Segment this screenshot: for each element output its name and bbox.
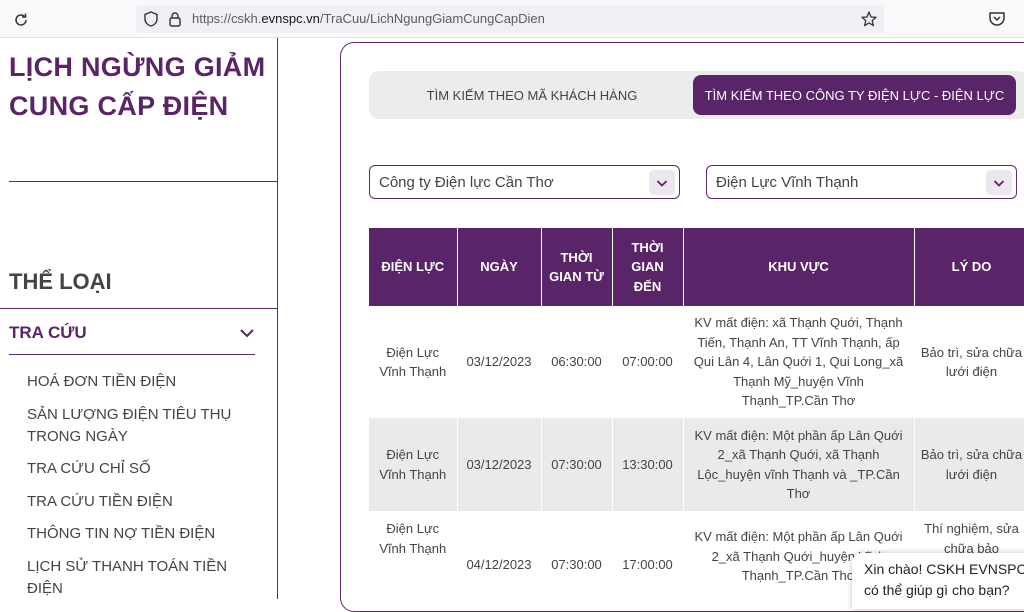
header-from: THỜI GIAN TỪ xyxy=(541,228,613,306)
sidebar-item-hoa-don[interactable]: HOÁ ĐƠN TIỀN ĐIỆN xyxy=(27,371,267,393)
chat-greeting: Xin chào! CSKH EVNSPC xyxy=(864,561,1024,577)
divider xyxy=(9,181,277,182)
sidebar-menu: HOÁ ĐƠN TIỀN ĐIỆN SẢN LƯỢNG ĐIỆN TIÊU TH… xyxy=(27,371,267,610)
header-area: KHU VỰC xyxy=(683,228,915,306)
tra-cuu-section-toggle[interactable]: TRA CỨU xyxy=(9,323,255,355)
header-date: NGÀY xyxy=(457,228,542,306)
cell-unit: Điện Lực Vĩnh Thạnh xyxy=(369,306,458,418)
cell-reason: Bảo trì, sửa chữa lưới điện xyxy=(914,306,1024,418)
bookmark-star-icon[interactable] xyxy=(860,10,878,28)
cell-to: 07:00:00 xyxy=(612,306,684,418)
branch-select-value: Điện Lực Vĩnh Thạnh xyxy=(716,174,859,191)
divider xyxy=(0,308,278,309)
cell-from: 07:30:00 xyxy=(541,511,613,611)
cell-from: 06:30:00 xyxy=(541,306,613,418)
sidebar-item-thong-tin-no[interactable]: THÔNG TIN NỢ TIỀN ĐIỆN xyxy=(27,523,267,545)
shield-icon[interactable] xyxy=(142,10,160,28)
tab-by-company[interactable]: TÌM KIẾM THEO CÔNG TY ĐIỆN LỰC - ĐIỆN LỰ… xyxy=(693,75,1016,115)
chat-question: có thể giúp gì cho bạn? xyxy=(864,582,1010,598)
cell-date: 04/12/2023 xyxy=(457,511,542,611)
cell-date: 03/12/2023 xyxy=(457,418,542,511)
cell-area: KV mất điện: Một phần ấp Lân Quới 2_xã T… xyxy=(683,418,915,511)
browser-toolbar: https://cskh.evnspc.vn/TraCuu/LichNgungG… xyxy=(0,0,1024,38)
table-row: Điện Lực Vĩnh Thạnh 03/12/2023 07:30:00 … xyxy=(369,418,1024,511)
sidebar-item-lich-su-thanh-toan[interactable]: LỊCH SỬ THANH TOÁN TIỀN ĐIỆN xyxy=(27,556,267,600)
cell-to: 13:30:00 xyxy=(612,418,684,511)
cell-from: 07:30:00 xyxy=(541,418,613,511)
cell-reason: Bảo trì, sửa chữa lưới điện xyxy=(914,418,1024,511)
chevron-down-icon[interactable] xyxy=(649,170,675,195)
branch-select[interactable]: Điện Lực Vĩnh Thạnh xyxy=(706,165,1017,199)
address-bar[interactable]: https://cskh.evnspc.vn/TraCuu/LichNgungG… xyxy=(136,5,884,33)
header-unit: ĐIỆN LỰC xyxy=(369,228,458,306)
table-row: Điện Lực Vĩnh Thạnh 03/12/2023 06:30:00 … xyxy=(369,306,1024,418)
cell-area: KV mất điện: xã Thạnh Quới, Thạnh Tiến, … xyxy=(683,306,915,418)
header-to: THỜI GIAN ĐẾN xyxy=(612,228,684,306)
company-select-value: Công ty Điện lực Cần Thơ xyxy=(379,174,554,191)
company-select[interactable]: Công ty Điện lực Cần Thơ xyxy=(369,165,680,199)
category-heading: THỂ LOẠI xyxy=(9,269,112,294)
tab-by-customer[interactable]: TÌM KIẾM THEO MÃ KHÁCH HÀNG xyxy=(373,75,691,115)
cell-date: 03/12/2023 xyxy=(457,306,542,418)
cell-to: 17:00:00 xyxy=(612,511,684,611)
header-reason: LÝ DO xyxy=(914,228,1024,306)
search-tabs: TÌM KIẾM THEO MÃ KHÁCH HÀNG TÌM KIẾM THE… xyxy=(369,71,1024,119)
lock-icon[interactable] xyxy=(166,10,184,28)
chevron-down-icon[interactable] xyxy=(986,170,1012,195)
sidebar-item-chi-so[interactable]: TRA CỨU CHỈ SỐ xyxy=(27,458,267,480)
section-label: TRA CỨU xyxy=(9,323,87,342)
cell-unit: Điện Lực Vĩnh Thạnh xyxy=(369,511,458,611)
sidebar-item-san-luong[interactable]: SẢN LƯỢNG ĐIỆN TIÊU THỤ TRONG NGÀY xyxy=(27,404,267,448)
url-text[interactable]: https://cskh.evnspc.vn/TraCuu/LichNgungG… xyxy=(192,11,545,26)
page-title: LỊCH NGỪNG GIẢM CUNG CẤP ĐIỆN xyxy=(9,52,266,121)
cell-unit: Điện Lực Vĩnh Thạnh xyxy=(369,418,458,511)
chat-popup[interactable]: Xin chào! CSKH EVNSPC có thể giúp gì cho… xyxy=(852,553,1024,609)
chevron-down-icon xyxy=(239,325,255,341)
sidebar-item-tien-dien[interactable]: TRA CỨU TIỀN ĐIỆN xyxy=(27,491,267,513)
pocket-icon[interactable] xyxy=(987,9,1007,29)
reload-icon[interactable] xyxy=(10,9,32,31)
main-panel: TÌM KIẾM THEO MÃ KHÁCH HÀNG TÌM KIẾM THE… xyxy=(340,42,1024,612)
sidebar: LỊCH NGỪNG GIẢM CUNG CẤP ĐIỆN THỂ LOẠI T… xyxy=(0,38,278,599)
